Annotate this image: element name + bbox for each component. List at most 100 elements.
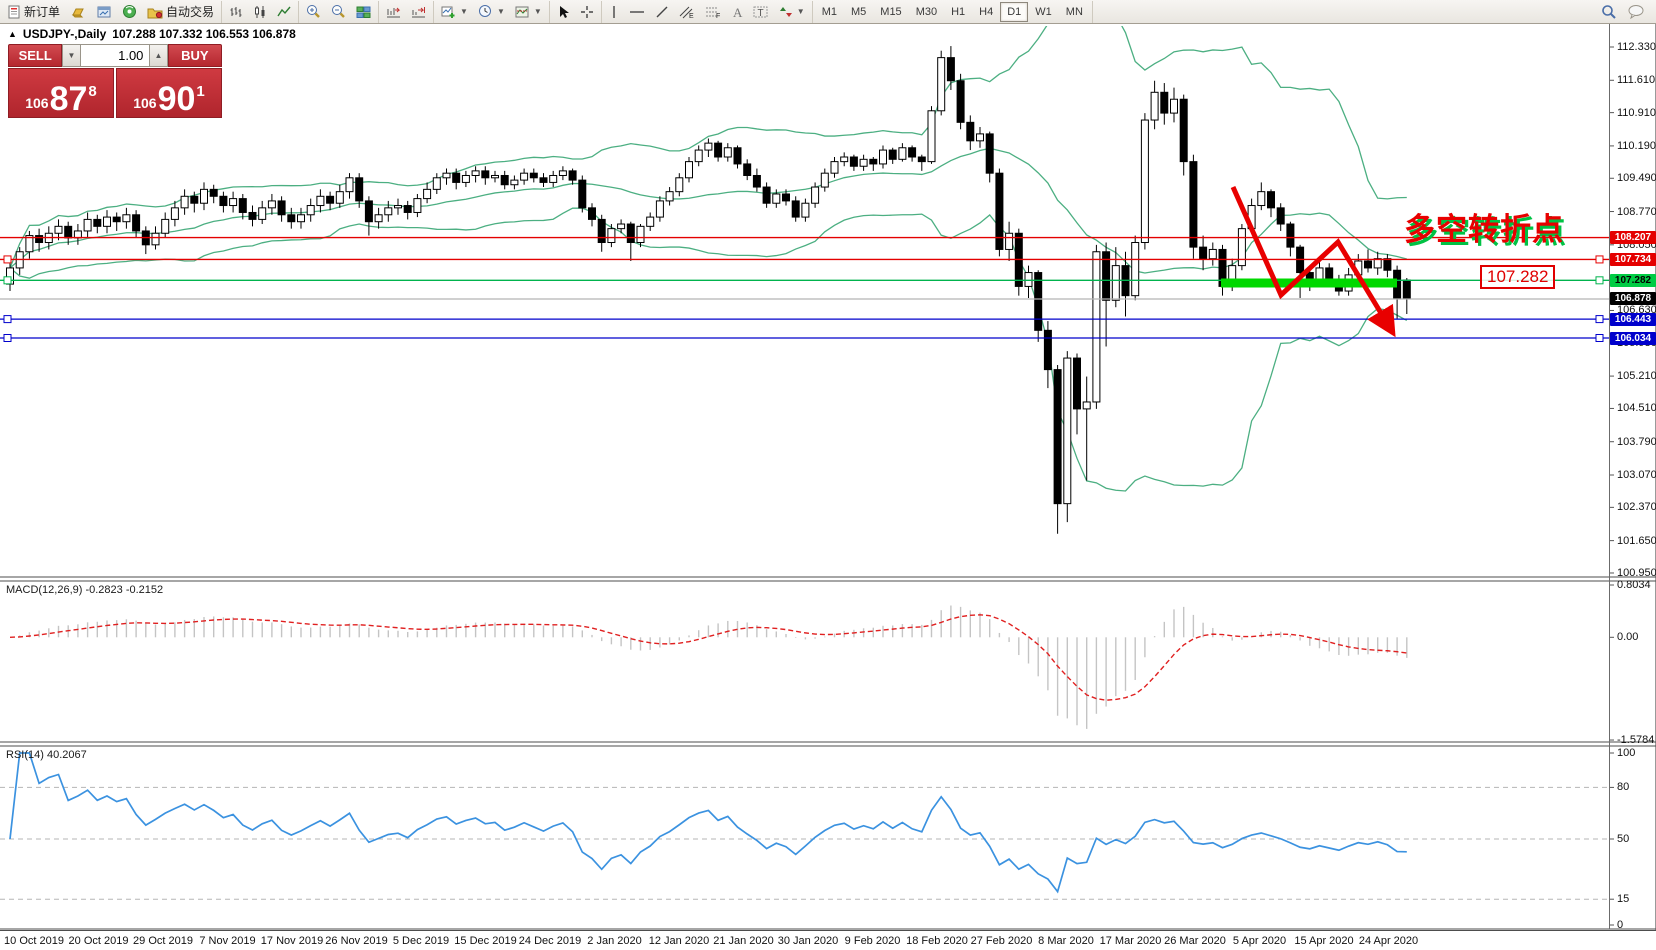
price-tag-current: 106.878 <box>1610 292 1656 305</box>
fibonacci-button[interactable]: F <box>700 1 726 23</box>
cursor-button[interactable] <box>552 1 575 23</box>
chat-button[interactable] <box>1622 1 1650 23</box>
macd-legend: MACD(12,26,9) -0.2823 -0.2152 <box>6 584 163 596</box>
date-label: 2 Jan 2020 <box>587 935 641 947</box>
timeframe-mn[interactable]: MN <box>1059 2 1090 22</box>
level-price-box[interactable]: 107.282 <box>1480 265 1555 289</box>
date-label: 5 Dec 2019 <box>393 935 449 947</box>
price-tag-green: 107.282 <box>1610 274 1656 287</box>
hline-handle[interactable] <box>4 277 11 284</box>
chart-shift-button[interactable] <box>406 1 431 23</box>
zoom-out-button[interactable] <box>326 1 351 23</box>
hline-handle[interactable] <box>4 256 11 263</box>
price-tag-red: 107.734 <box>1610 253 1656 266</box>
price-tick: 102.370 <box>1617 501 1656 513</box>
timeframe-h4[interactable]: H4 <box>972 2 1000 22</box>
main-toolbar: 新订单 自动交易 <box>0 0 1656 24</box>
arrows-button[interactable]: ▼ <box>774 1 810 23</box>
zoom-in-icon <box>306 4 321 19</box>
search-icon <box>1601 4 1617 20</box>
crosshair-button[interactable] <box>575 1 599 23</box>
price-tick: 105.210 <box>1617 370 1656 382</box>
timeframe-m30[interactable]: M30 <box>909 2 944 22</box>
mt4-terminal: 新订单 自动交易 <box>0 0 1656 950</box>
date-label: 26 Mar 2020 <box>1164 935 1226 947</box>
horizontal-line-button[interactable] <box>624 1 650 23</box>
new-order-button[interactable]: 新订单 <box>2 1 65 23</box>
macd-tick: -1.5784 <box>1617 734 1654 746</box>
svg-text:A: A <box>733 5 743 19</box>
rsi-tick: 100 <box>1617 747 1635 759</box>
svg-text:F: F <box>716 13 720 19</box>
timeframe-h1[interactable]: H1 <box>944 2 972 22</box>
arrows-caret: ▼ <box>797 7 805 16</box>
volume-up-button[interactable]: ▲ <box>149 44 167 67</box>
line-chart-button[interactable] <box>272 1 296 23</box>
price-axis-border <box>1609 24 1610 929</box>
date-label: 24 Dec 2019 <box>519 935 581 947</box>
periods-caret: ▼ <box>497 7 505 16</box>
date-label: 15 Dec 2019 <box>454 935 516 947</box>
macd-tick: 0.00 <box>1617 631 1638 643</box>
volume-down-button[interactable]: ▼ <box>62 44 80 67</box>
candlestick-button[interactable] <box>248 1 272 23</box>
zoom-in-button[interactable] <box>301 1 326 23</box>
turning-point-annotation[interactable]: 多空转折点 <box>1404 204 1564 249</box>
new-order-icon <box>7 5 21 19</box>
support-bar-trendline[interactable] <box>1221 279 1397 288</box>
hline-handle[interactable] <box>1596 277 1603 284</box>
timeframe-d1[interactable]: D1 <box>1000 2 1028 22</box>
symbol-period-label: USDJPY-,Daily <box>23 27 106 41</box>
timeframe-w1[interactable]: W1 <box>1028 2 1059 22</box>
autotrading-button[interactable]: 自动交易 <box>142 1 219 23</box>
data-window-button[interactable] <box>91 1 117 23</box>
market-watch-button[interactable] <box>65 1 91 23</box>
label-button[interactable]: T <box>748 1 774 23</box>
signals-button[interactable] <box>117 1 142 23</box>
tile-windows-icon <box>356 5 371 19</box>
tile-windows-button[interactable] <box>351 1 376 23</box>
price-tick: 109.490 <box>1617 172 1656 184</box>
buy-button[interactable]: BUY <box>168 44 222 67</box>
sell-button[interactable]: SELL <box>8 44 62 67</box>
timeframe-m1[interactable]: M1 <box>815 2 844 22</box>
sell-quote-button[interactable]: 106 87 8 <box>8 68 114 118</box>
templates-caret: ▼ <box>534 7 542 16</box>
collapse-panel-icon[interactable]: ▲ <box>8 29 17 39</box>
buy-price-prefix: 106 <box>133 95 156 111</box>
time-axis[interactable]: 10 Oct 201920 Oct 201929 Oct 20197 Nov 2… <box>0 930 1656 950</box>
fibonacci-icon: F <box>705 5 721 19</box>
auto-scroll-button[interactable] <box>381 1 406 23</box>
bar-chart-button[interactable] <box>224 1 248 23</box>
crosshair-icon <box>580 5 594 19</box>
buy-quote-button[interactable]: 106 90 1 <box>116 68 222 118</box>
arrows-icon <box>779 5 793 19</box>
channel-button[interactable]: E <box>674 1 700 23</box>
sell-price-pip: 8 <box>88 83 96 100</box>
templates-icon <box>515 5 530 19</box>
trendline-button[interactable] <box>650 1 674 23</box>
hline-handle[interactable] <box>1596 256 1603 263</box>
search-button[interactable] <box>1596 1 1622 23</box>
autotrading-label: 自动交易 <box>166 3 214 20</box>
timeframe-m5[interactable]: M5 <box>844 2 873 22</box>
rsi-legend: RSI(14) 40.2067 <box>6 749 87 761</box>
macd-tick: 0.8034 <box>1617 579 1651 591</box>
periods-button[interactable]: ▼ <box>473 1 510 23</box>
hline-handle[interactable] <box>4 316 11 323</box>
text-button[interactable]: A <box>726 1 748 23</box>
price-tick: 101.650 <box>1617 535 1656 547</box>
vertical-line-button[interactable] <box>604 1 624 23</box>
date-label: 17 Nov 2019 <box>261 935 323 947</box>
templates-button[interactable]: ▼ <box>510 1 547 23</box>
timeframe-m15[interactable]: M15 <box>873 2 908 22</box>
new-order-label: 新订单 <box>24 3 60 20</box>
price-tick: 112.330 <box>1617 41 1656 53</box>
auto-scroll-icon <box>386 5 401 19</box>
hline-handle[interactable] <box>1596 335 1603 342</box>
chart-canvas[interactable] <box>0 24 1656 950</box>
volume-input[interactable]: 1.00 <box>81 44 150 67</box>
hline-handle[interactable] <box>1596 316 1603 323</box>
hline-handle[interactable] <box>4 335 11 342</box>
indicators-button[interactable]: ▼ <box>436 1 473 23</box>
